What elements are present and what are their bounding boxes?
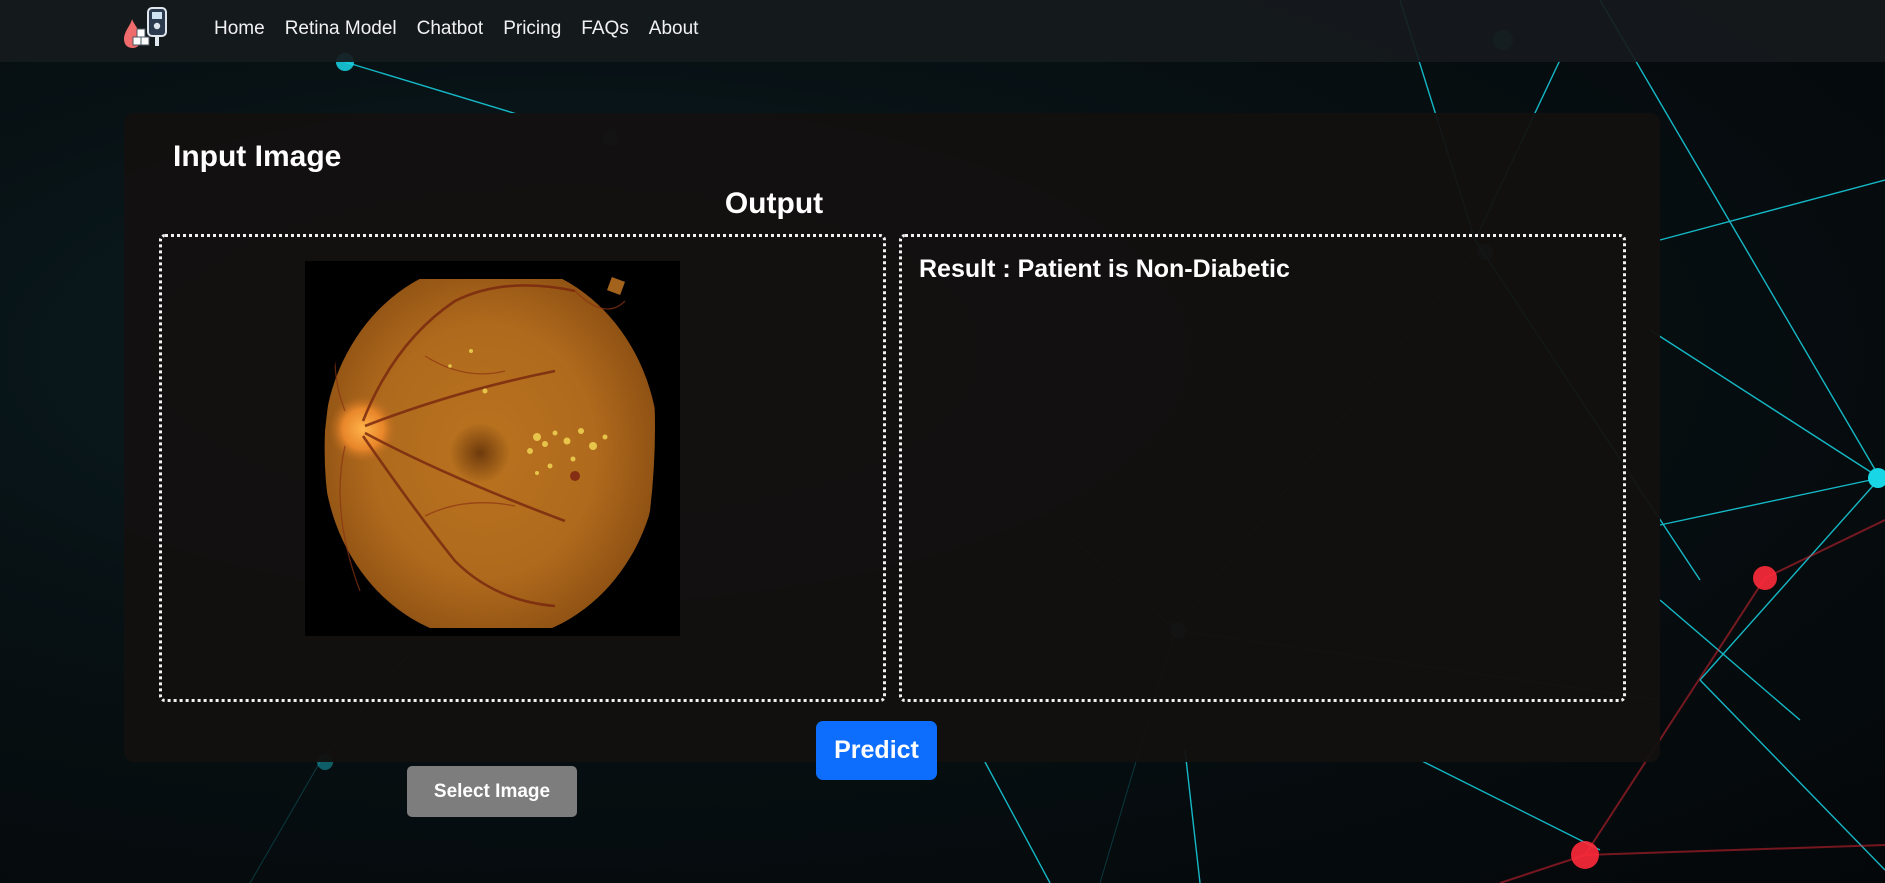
- output-title: Output: [724, 187, 824, 220]
- nav-pricing[interactable]: Pricing: [503, 18, 561, 40]
- nav-faqs[interactable]: FAQs: [581, 18, 629, 40]
- top-navbar: Home Retina Model Chatbot Pricing FAQs A…: [0, 0, 1885, 62]
- result-text: Result : Patient is Non-Diabetic: [919, 255, 1290, 283]
- diabetes-glucose-meter-icon[interactable]: [118, 5, 172, 53]
- predict-button[interactable]: Predict: [816, 721, 937, 780]
- retina-fundus-image: [305, 261, 680, 636]
- prediction-card: Input Image Output Select Image Result:…: [124, 113, 1660, 817]
- output-panel: Result : Patient is Non-Diabetic: [899, 234, 1626, 702]
- input-image-panel: Select Image: [159, 234, 886, 817]
- select-image-button[interactable]: Select Image: [407, 766, 577, 817]
- nav-chatbot[interactable]: Chatbot: [417, 18, 484, 40]
- nav-home[interactable]: Home: [214, 18, 265, 40]
- nav-about[interactable]: About: [649, 18, 699, 40]
- nav-retina-model[interactable]: Retina Model: [285, 18, 397, 40]
- input-image-title: Input Image: [173, 140, 342, 173]
- retina-image: [305, 261, 680, 636]
